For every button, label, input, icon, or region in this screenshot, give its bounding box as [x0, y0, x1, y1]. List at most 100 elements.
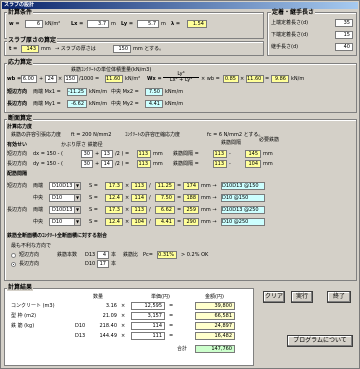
wx-label: Wx = — [147, 76, 162, 82]
bar-count-d10-output: 17 — [97, 260, 109, 268]
radio-long-label: 長辺方向 — [19, 261, 40, 267]
dy-need-output: 104 — [245, 160, 261, 168]
bottom-anchorage-label: 下端定着長さ(d) — [271, 32, 309, 38]
result-item-price-input[interactable]: 12,595 — [131, 302, 165, 310]
joint-length-input[interactable]: 40 — [335, 43, 353, 51]
dx-dia-input[interactable]: 13 — [101, 150, 113, 158]
bar-row-position: 両端 — [33, 207, 44, 213]
bottom-anchorage-input[interactable]: 15 — [335, 31, 353, 39]
bar-count-d10: D10 — [85, 261, 96, 267]
ratio-title: 鉄筋全断面積のｺﾝｸﾘｰﾄ全断面積に対する割合 — [7, 233, 108, 239]
lx-input[interactable]: 3.7 — [87, 20, 109, 28]
about-program-button[interactable]: プログラムについて — [287, 335, 353, 347]
result-item-qty: 144.49 — [99, 333, 118, 339]
bar-row-times: × — [125, 219, 130, 225]
bar-size-value: D10 — [52, 195, 63, 201]
wb-input-3[interactable]: 150 — [64, 75, 78, 83]
bar-row-area: 12.4 — [105, 218, 123, 226]
bar-size-select[interactable]: D10D13 ▼ — [49, 206, 81, 214]
bar-row-s-label: S = — [89, 207, 98, 213]
bar-size-select[interactable]: D10 ▼ — [49, 194, 81, 202]
chevron-down-icon[interactable]: ▼ — [74, 183, 80, 189]
bar-row-s-label: S = — [89, 183, 98, 189]
dy-cover-input[interactable]: 30 — [81, 160, 93, 168]
bar-row-moment: 4.41 — [155, 218, 175, 226]
wx-equals: = — [265, 76, 270, 82]
dy-minus: - — [229, 161, 231, 167]
pc-result: > 0.2% OK — [181, 252, 209, 258]
end-button[interactable]: 終了 — [327, 291, 351, 303]
bar-row-output: D10 @150 — [221, 194, 265, 202]
thickness-input[interactable]: 150 — [113, 45, 131, 53]
bar-row-arrow: mm → — [201, 219, 217, 225]
bar-row-divide: / — [149, 183, 151, 189]
chevron-down-icon[interactable]: ▼ — [74, 195, 80, 201]
bar-count-unit2: 本 — [111, 261, 117, 267]
dx-cover-input[interactable]: 30 — [81, 150, 93, 158]
bar-row-s-label: S = — [89, 195, 98, 201]
lx-unit: m — [111, 21, 116, 27]
bar-size-select[interactable]: D10 ▼ — [49, 218, 81, 226]
window-title: スラブの設計 — [2, 2, 358, 9]
dx-minus: - — [229, 151, 231, 157]
result-item-price-input[interactable]: 114 — [131, 322, 165, 330]
chevron-down-icon[interactable]: ▼ — [74, 207, 80, 213]
wb-divide: /1000 = — [79, 76, 100, 82]
dx-label: dx = 150 - ( — [33, 151, 63, 157]
wb-input-1[interactable]: 6.00 — [21, 75, 37, 83]
lambda-output: 1.54 — [187, 20, 207, 28]
bar-count-label: 鉄筋本数 — [57, 252, 78, 258]
bar-row-depth: 114 — [131, 194, 147, 202]
allowable-conc-label: ｺﾝｸﾘｰﾄの許容圧縮応力度 — [125, 132, 181, 138]
bar-row-arrow: mm → — [201, 183, 217, 189]
run-button[interactable]: 実行 — [291, 291, 313, 303]
my2-unit: kNm/m — [165, 101, 184, 107]
result-item-name: 型 枠 (m2) — [11, 313, 37, 319]
pc-label: Pc= — [143, 252, 153, 258]
slab-design-window: スラブの設計 計算条件 w = 6 kN/m² Lx = 3.7 m Ly = … — [0, 0, 360, 369]
dy-spacing-output: 113 — [213, 160, 227, 168]
radio-short-direction[interactable] — [11, 253, 16, 258]
result-item-price-input[interactable]: 3,157 — [131, 312, 165, 320]
wb-plus: + — [39, 76, 44, 82]
result-item-amount: 66,581 — [195, 312, 235, 320]
top-anchorage-label: 上端定着長さ(d) — [271, 20, 309, 26]
bar-row-area: 17.3 — [105, 206, 123, 214]
mx2-label: 中央 Mx2 = — [111, 89, 139, 95]
bar-row-position: 両端 — [33, 183, 44, 189]
dy-half: /2 ) = — [115, 161, 130, 167]
bar-row-equals: = — [177, 195, 182, 201]
radio-long-direction[interactable] — [11, 262, 16, 267]
wx-denominator: Lx⁴ + Ly⁴ — [169, 77, 193, 83]
bar-row-result: 290 — [183, 218, 199, 226]
wb-input-2[interactable]: 24 — [45, 75, 57, 83]
chevron-down-icon[interactable]: ▼ — [74, 219, 80, 225]
bar-row-result: 188 — [183, 194, 199, 202]
wb-result: 11.60 — [105, 75, 123, 83]
result-item-equals: = — [169, 333, 174, 339]
bar-row-result: 174 — [183, 182, 199, 190]
w-unit: kN/m² — [45, 21, 61, 27]
result-item-price-input[interactable]: 111 — [131, 332, 165, 340]
required-rebar-header: 必要鉄筋 — [259, 137, 280, 143]
bar-row-equals: = — [177, 207, 182, 213]
radio-short-label: 短辺方向 — [19, 252, 40, 258]
dy-direction: 長辺方向 — [7, 161, 28, 167]
bar-spacing-title: 配筋間隔 — [7, 171, 28, 177]
results-qty-header: 数量 — [93, 294, 104, 300]
result-item-times: × — [121, 323, 126, 329]
top-anchorage-input[interactable]: 35 — [335, 19, 353, 27]
bar-size-select[interactable]: D10D13 ▼ — [49, 182, 81, 190]
bar-row-divide: / — [149, 219, 151, 225]
cover-header: かぶり厚さ 鉄筋径 — [61, 142, 103, 148]
bar-row-moment: 7.50 — [155, 194, 175, 202]
stress-title: 応力算定 — [7, 59, 34, 66]
wb-unit: kN/m² — [125, 76, 141, 82]
clear-button[interactable]: クリア — [263, 291, 285, 303]
ly-input[interactable]: 5.7 — [137, 20, 159, 28]
w-input[interactable]: 6 — [25, 20, 43, 28]
bar-row-s-label: S = — [89, 219, 98, 225]
dy-dia-input[interactable]: 14 — [101, 160, 113, 168]
results-amount-header: 金額(円) — [205, 294, 224, 300]
mx2-output: 7.50 — [145, 88, 163, 96]
